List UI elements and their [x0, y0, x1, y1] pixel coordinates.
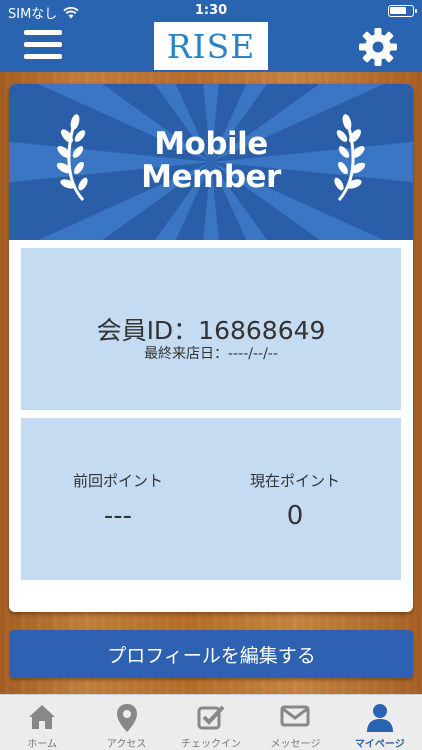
tab-home-label: ホーム [27, 739, 58, 750]
tab-mypage-label: マイページ [354, 739, 405, 750]
tab-message-label: メッセージ [270, 739, 321, 750]
previous-points-value: --- [103, 501, 133, 531]
previous-points: 前回ポイント --- [48, 470, 188, 531]
tab-bar: ホーム アクセス チェックイン メッセージ マイページ [0, 694, 422, 750]
home-icon [29, 705, 56, 729]
banner-title-line1: Mobile [154, 126, 268, 162]
status-time: 1:30 [194, 3, 228, 18]
last-visit-date: 最終来店日：----/--/-- [144, 346, 278, 362]
status-bar: SIMなし 1:30 [0, 0, 422, 22]
tab-home[interactable]: ホーム [0, 695, 84, 750]
previous-points-label: 前回ポイント [72, 472, 163, 490]
edit-profile-button[interactable]: プロフィールを編集する [10, 630, 413, 678]
tab-checkin[interactable]: チェックイン [169, 695, 253, 750]
tab-message[interactable]: メッセージ [253, 695, 337, 750]
map-pin-icon [116, 704, 137, 732]
mail-icon [280, 705, 310, 727]
member-id: 会員ID：16868649 [96, 316, 326, 345]
battery-icon [388, 5, 417, 17]
tab-mypage[interactable]: マイページ [338, 695, 422, 750]
checkin-icon [197, 705, 225, 730]
tab-access[interactable]: アクセス [84, 695, 168, 750]
menu-icon-bar [24, 42, 62, 47]
app-logo: RISE [154, 22, 268, 70]
app-header: SIMなし 1:30 RISE [0, 0, 422, 72]
menu-button[interactable] [24, 30, 62, 60]
gear-icon[interactable] [358, 27, 398, 67]
current-points-label: 現在ポイント [249, 472, 340, 490]
current-points-value: 0 [286, 501, 304, 531]
tab-checkin-label: チェックイン [181, 739, 242, 750]
menu-icon-bar [24, 30, 62, 35]
mobile-member-banner: Mobile Member [9, 84, 413, 240]
tab-access-label: アクセス [106, 739, 147, 750]
member-id-panel: 会員ID：16868649 最終来店日：----/--/-- [21, 248, 401, 410]
current-points: 現在ポイント 0 [225, 470, 365, 531]
member-card: Mobile Member 会員ID：16868649 最終来店日：----/-… [9, 84, 413, 612]
banner-title: Mobile Member [9, 128, 413, 194]
menu-icon-bar [24, 54, 62, 59]
points-panel: 前回ポイント --- 現在ポイント 0 [21, 418, 401, 580]
banner-title-line2: Member [141, 159, 281, 195]
user-icon [366, 704, 393, 732]
